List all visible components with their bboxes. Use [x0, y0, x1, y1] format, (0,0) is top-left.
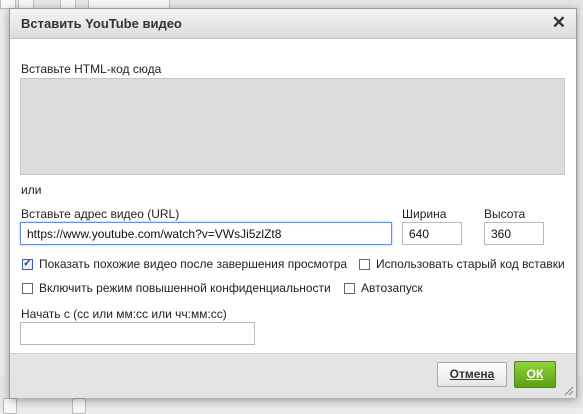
checkbox[interactable] [344, 282, 355, 294]
html-code-textarea[interactable] [20, 78, 565, 175]
option-label: Показать похожие видео после завершения … [39, 257, 348, 271]
ok-button[interactable]: ОК [514, 361, 556, 388]
height-input[interactable] [484, 222, 544, 245]
checkbox-checked[interactable]: ✓ [22, 258, 33, 270]
checkbox[interactable] [359, 258, 370, 270]
width-label: Ширина [402, 207, 447, 221]
url-label: Вставьте адрес видео (URL) [21, 207, 180, 221]
checkbox[interactable] [22, 282, 33, 294]
close-icon[interactable]: ✕ [552, 13, 566, 33]
dialog-titlebar[interactable]: Вставить YouTube видео ✕ [10, 9, 576, 39]
height-label: Высота [484, 207, 526, 221]
cancel-button[interactable]: Отмена [437, 362, 507, 387]
editor-tab[interactable] [72, 398, 86, 414]
dialog-footer: Отмена ОК [10, 353, 576, 398]
or-separator: или [21, 183, 42, 197]
checkmark-icon: ✓ [23, 258, 32, 269]
url-input[interactable] [20, 222, 392, 245]
width-input[interactable] [402, 222, 462, 245]
resize-handle-icon[interactable] [564, 386, 574, 396]
editor-tab[interactable] [3, 398, 17, 414]
option-related-videos[interactable]: ✓ Показать похожие видео после завершени… [22, 257, 347, 271]
option-autoplay[interactable]: Автозапуск [344, 281, 423, 295]
html-code-label: Вставьте HTML-код сюда [21, 62, 162, 76]
option-privacy-mode[interactable]: Включить режим повышенной конфиденциальн… [22, 281, 331, 295]
youtube-insert-dialog: Вставить YouTube видео ✕ Вставьте HTML-к… [9, 8, 577, 398]
option-label: Использовать старый код вставки [376, 257, 565, 271]
dialog-title: Вставить YouTube видео [21, 16, 182, 31]
option-label: Автозапуск [361, 281, 423, 295]
option-label: Включить режим повышенной конфиденциальн… [39, 281, 331, 295]
start-time-label: Начать с (сс или мм:сс или чч:мм:сс) [21, 307, 227, 321]
option-old-embed-code[interactable]: Использовать старый код вставки [359, 257, 565, 271]
start-time-input[interactable] [20, 322, 255, 345]
